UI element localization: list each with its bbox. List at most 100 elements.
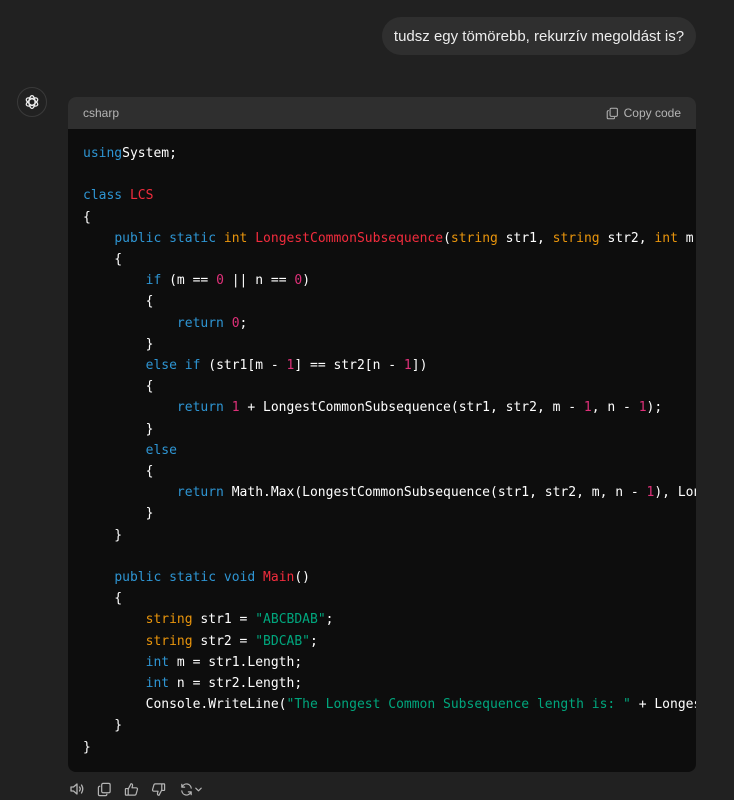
code-token: m = str1.Length;: [169, 654, 303, 670]
code-token: string: [450, 230, 498, 246]
chevron-down-icon: [194, 785, 203, 794]
code-line: else: [83, 440, 177, 461]
code-token: return: [176, 315, 224, 331]
code-token: (str1[m -: [200, 358, 287, 373]
code-line: {: [83, 461, 154, 482]
code-language-label: csharp: [83, 106, 120, 120]
code-line: public static void Main(): [83, 567, 310, 588]
code-line: if (m == 0 || n == 0): [83, 270, 310, 291]
code-token: string: [552, 230, 600, 246]
code-token: string: [145, 612, 193, 628]
code-line: {: [83, 207, 91, 228]
code-token: }: [83, 506, 154, 522]
code-token: }: [83, 336, 154, 352]
code-line: }: [83, 525, 122, 546]
thumbs-down-button[interactable]: [149, 780, 167, 798]
code-line: return Math.Max(LongestCommonSubsequence…: [83, 482, 696, 503]
code-line: }: [83, 503, 154, 524]
code-token: {: [83, 209, 91, 225]
code-line: }: [83, 737, 91, 758]
code-token: else: [145, 442, 177, 458]
code-token: ] == str2[n -: [294, 358, 404, 373]
code-line: int n = str2.Length;: [83, 673, 303, 694]
code-line: {: [83, 249, 122, 270]
code-line: Console.WriteLine("The Longest Common Su…: [83, 694, 696, 715]
code-token: + LongestCommonSubsequence(str1, str2, m…: [239, 400, 584, 416]
speaker-icon: [69, 781, 85, 797]
regenerate-button[interactable]: [176, 780, 206, 798]
code-line: public static int LongestCommonSubsequen…: [83, 228, 696, 249]
openai-logo-icon: [23, 93, 41, 111]
code-token: ): [302, 273, 311, 289]
message-actions: [68, 780, 206, 798]
code-token: "ABCBDAB": [255, 612, 326, 628]
code-line: int m = str1.Length;: [83, 652, 303, 673]
code-token: str2,: [599, 230, 655, 246]
code-token: Main: [263, 570, 295, 585]
code-token: n = str2.Length;: [169, 676, 303, 691]
code-token: ;: [325, 612, 334, 628]
code-token: }: [83, 718, 123, 734]
assistant-avatar: [17, 87, 47, 117]
code-token: Console.WriteLine(: [83, 697, 287, 713]
code-line: usingSystem;: [83, 143, 177, 164]
code-token: }: [83, 421, 154, 437]
code-line: {: [83, 588, 122, 609]
code-token: + LongestCommonSubsequence(str1, str2, m…: [638, 697, 696, 713]
thumbs-down-icon: [151, 782, 166, 797]
code-line: string str1 = "ABCBDAB";: [83, 609, 334, 630]
code-content[interactable]: usingSystem; class LCS { public static int…: [68, 129, 696, 772]
code-token: (m ==: [161, 273, 217, 289]
code-line: return 1 + LongestCommonSubsequence(str1…: [83, 397, 662, 418]
code-token: {: [83, 379, 154, 395]
code-token: {: [83, 252, 123, 267]
code-token: using: [83, 146, 123, 161]
code-token: LCS: [129, 188, 154, 204]
code-token: LongestCommonSubsequence: [255, 230, 444, 246]
code-line: class LCS: [83, 185, 153, 206]
code-line: {: [83, 376, 154, 397]
code-token: 0: [231, 315, 240, 331]
user-message-bubble: tudsz egy tömörebb, rekurzív megoldást i…: [382, 17, 696, 55]
code-token: int: [223, 230, 248, 246]
code-token: , n -: [591, 400, 639, 416]
user-message-text: tudsz egy tömörebb, rekurzív megoldást i…: [393, 27, 685, 45]
code-token: ]): [411, 358, 428, 373]
code-token: void: [223, 570, 256, 585]
code-token: ;: [310, 633, 318, 649]
read-aloud-button[interactable]: [68, 780, 86, 798]
copy-message-button[interactable]: [95, 780, 113, 798]
code-token: {: [83, 464, 154, 479]
code-block-header: csharp Copy code: [68, 97, 696, 129]
code-token: public: [114, 570, 162, 585]
code-token: );: [646, 400, 663, 416]
code-token: ;: [239, 315, 248, 331]
code-line: {: [83, 291, 154, 312]
thumbs-up-button[interactable]: [122, 780, 140, 798]
code-token: || n ==: [223, 273, 295, 289]
thumbs-up-icon: [124, 782, 139, 797]
code-line: return 0;: [83, 313, 247, 334]
code-token: 1: [583, 400, 592, 416]
code-line: else if (str1[m - 1] == str2[n - 1]): [83, 355, 428, 376]
code-token: if: [184, 358, 201, 373]
copy-code-button[interactable]: Copy code: [606, 106, 681, 120]
code-token: class: [83, 188, 123, 204]
code-token: "The Longest Common Subsequence length i…: [286, 697, 631, 713]
code-token: int: [145, 654, 170, 670]
